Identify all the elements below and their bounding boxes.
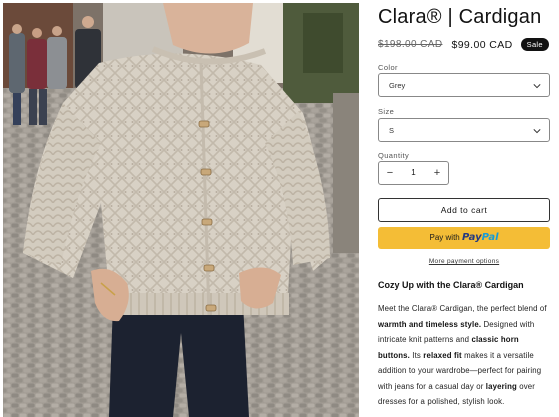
original-price: $198.00 CAD <box>378 39 443 50</box>
add-to-cart-button[interactable]: Add to cart <box>378 198 550 222</box>
paypal-button[interactable]: Pay with PayPal <box>378 227 550 249</box>
quantity-decrease-button[interactable]: − <box>379 162 401 184</box>
product-description: Meet the Clara® Cardigan, the perfect bl… <box>378 304 547 406</box>
paypal-logo: PayPal <box>461 232 499 243</box>
color-label: Color <box>378 63 398 72</box>
paypal-prefix: Pay with <box>429 233 460 242</box>
product-image[interactable] <box>3 3 359 417</box>
chevron-down-icon <box>533 129 541 134</box>
quantity-increase-button[interactable]: + <box>426 162 448 184</box>
chevron-down-icon <box>533 84 541 89</box>
color-select-value: Grey <box>389 81 406 90</box>
sale-price: $99.00 CAD <box>451 38 513 51</box>
product-title: Clara® | Cardigan <box>378 6 542 28</box>
description-title: Cozy Up with the Clara® Cardigan <box>378 280 524 290</box>
size-select[interactable]: S <box>378 118 550 142</box>
size-label: Size <box>378 107 395 116</box>
color-select[interactable]: Grey <box>378 73 550 97</box>
more-payment-options-link[interactable]: More payment options <box>378 258 550 265</box>
price-row: $198.00 CAD $99.00 CAD Sale <box>378 38 549 51</box>
quantity-label: Quantity <box>378 151 410 160</box>
quantity-stepper: − 1 + <box>378 161 449 185</box>
size-select-value: S <box>389 126 395 135</box>
sale-badge: Sale <box>520 38 549 51</box>
product-info-panel: Clara® | Cardigan $198.00 CAD $99.00 CAD… <box>378 0 552 417</box>
quantity-input[interactable]: 1 <box>401 162 426 184</box>
product-photo-illustration <box>3 3 359 417</box>
